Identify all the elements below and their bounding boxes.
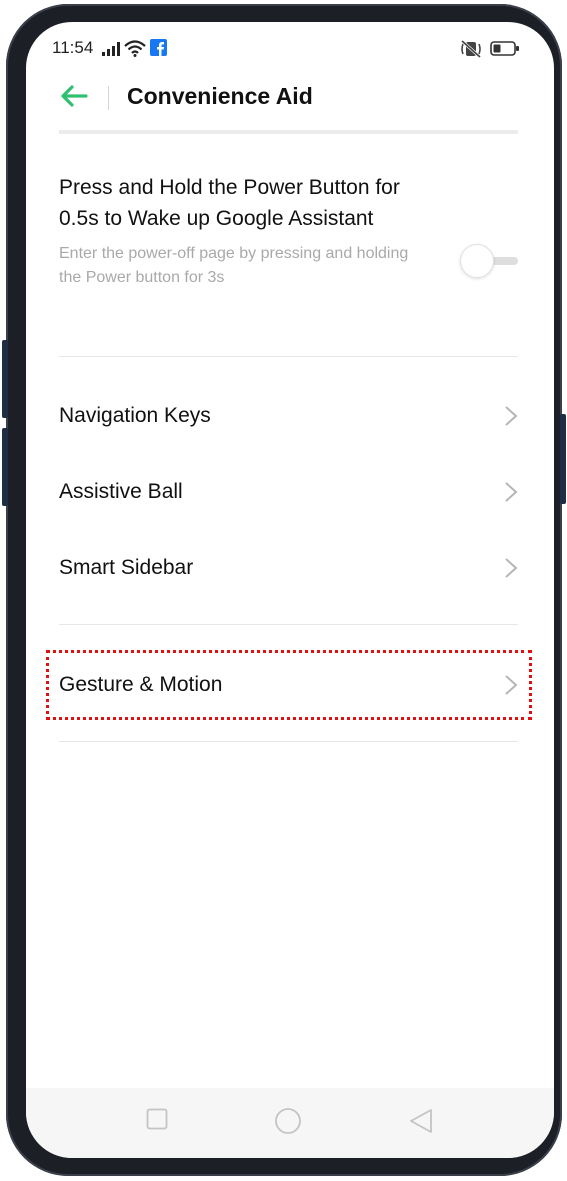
facebook-icon xyxy=(150,39,167,56)
setting-title: Press and Hold the Power Button for 0.5s… xyxy=(59,176,400,230)
menu-item-label: Smart Sidebar xyxy=(59,556,194,579)
menu-item-assistive-ball[interactable]: Assistive Ball xyxy=(59,464,518,520)
wifi-icon xyxy=(124,40,146,57)
section-divider xyxy=(59,741,518,742)
status-bar: 11:54 xyxy=(26,36,554,62)
back-arrow-icon xyxy=(61,85,88,107)
recents-square-icon[interactable] xyxy=(146,1108,168,1130)
power-button-assistant-setting: Press and Hold the Power Button for 0.5s… xyxy=(59,172,518,290)
chevron-right-icon xyxy=(505,406,518,426)
chevron-right-icon xyxy=(505,482,518,502)
section-divider xyxy=(59,356,518,357)
menu-item-label: Assistive Ball xyxy=(59,480,183,503)
signal-icon xyxy=(102,42,120,56)
chevron-right-icon xyxy=(505,558,518,578)
battery-icon xyxy=(490,41,519,56)
phone-frame: 11:54 Convenience Aid Press and Hold the… xyxy=(2,4,566,1176)
mute-vibrate-icon xyxy=(461,40,481,58)
menu-item-smart-sidebar[interactable]: Smart Sidebar xyxy=(59,540,518,596)
back-button[interactable] xyxy=(58,82,90,110)
back-triangle-icon[interactable] xyxy=(409,1108,433,1134)
assistant-toggle[interactable] xyxy=(460,244,518,278)
home-circle-icon[interactable] xyxy=(274,1107,302,1135)
chevron-right-icon xyxy=(505,675,518,695)
setting-description: Enter the power-off page by pressing and… xyxy=(59,245,409,286)
section-divider xyxy=(59,624,518,625)
menu-item-gesture-motion[interactable]: Gesture & Motion xyxy=(59,657,518,713)
menu-item-label: Navigation Keys xyxy=(59,404,211,427)
menu-item-navigation-keys[interactable]: Navigation Keys xyxy=(59,388,518,444)
app-header: Convenience Aid xyxy=(26,74,554,120)
power-button xyxy=(560,414,566,504)
volume-button-lower xyxy=(2,428,8,506)
status-time: 11:54 xyxy=(52,38,94,57)
page-title: Convenience Aid xyxy=(127,83,313,109)
system-nav-bar xyxy=(26,1088,554,1158)
header-divider xyxy=(108,86,109,110)
toggle-knob xyxy=(460,244,494,278)
screen: 11:54 Convenience Aid Press and Hold the… xyxy=(26,22,554,1158)
volume-button xyxy=(2,340,8,418)
menu-item-label: Gesture & Motion xyxy=(59,673,223,696)
header-separator xyxy=(59,130,518,134)
